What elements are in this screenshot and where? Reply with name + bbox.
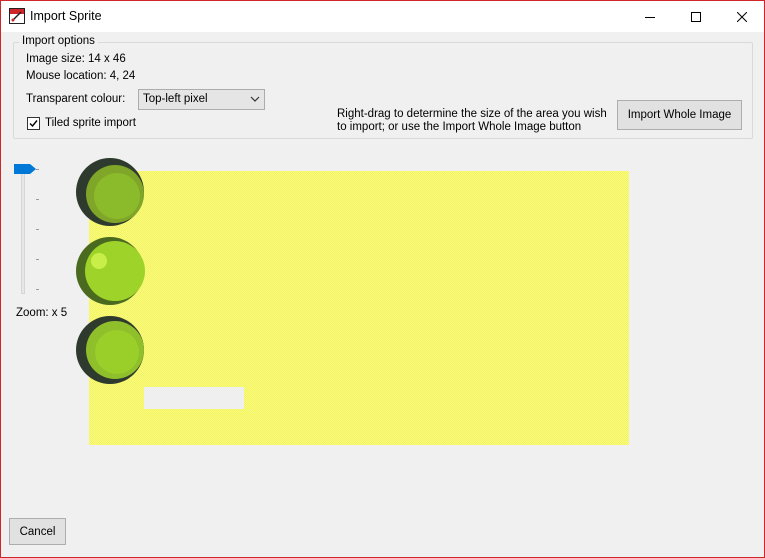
zoom-tick — [36, 199, 39, 200]
import-sprite-dialog: Import Sprite Import options Image size:… — [0, 0, 765, 558]
title-bar[interactable]: Import Sprite — [1, 1, 764, 32]
tiled-import-label[interactable]: Tiled sprite import — [45, 117, 136, 129]
transparent-colour-label: Transparent colour: — [26, 93, 126, 105]
zoom-slider-thumb[interactable] — [14, 164, 38, 174]
close-button[interactable] — [719, 1, 765, 32]
sprite-frame-2 — [76, 237, 145, 305]
mouse-location-label: Mouse location: 4, 24 — [26, 70, 136, 82]
help-text: Right-drag to determine the size of the … — [337, 108, 607, 133]
tiled-import-checkbox[interactable] — [27, 117, 40, 130]
import-options-legend: Import options — [19, 35, 98, 47]
zoom-tick — [36, 289, 39, 290]
close-icon — [737, 11, 747, 22]
transparent-colour-value: Top-left pixel — [143, 93, 208, 105]
window-title: Import Sprite — [30, 9, 102, 23]
zoom-label: Zoom: x 5 — [16, 307, 68, 319]
cancel-button[interactable]: Cancel — [9, 518, 66, 545]
maximize-icon — [691, 11, 701, 22]
zoom-tick — [36, 229, 39, 230]
sprite-frame-1 — [76, 158, 144, 226]
minimize-icon — [645, 16, 655, 18]
transparent-colour-select[interactable]: Top-left pixel — [138, 89, 265, 110]
checkmark-icon — [29, 120, 38, 128]
zoom-slider-track[interactable] — [21, 168, 25, 294]
import-whole-image-button[interactable]: Import Whole Image — [617, 100, 742, 130]
zoom-tick — [36, 259, 39, 260]
sprite-frame-3 — [76, 316, 144, 384]
maximize-button[interactable] — [673, 1, 719, 32]
chevron-down-icon — [250, 96, 260, 102]
app-icon — [9, 8, 25, 24]
selection-rectangle — [144, 387, 244, 409]
image-size-label: Image size: 14 x 46 — [26, 53, 126, 65]
minimize-button[interactable] — [627, 1, 673, 32]
